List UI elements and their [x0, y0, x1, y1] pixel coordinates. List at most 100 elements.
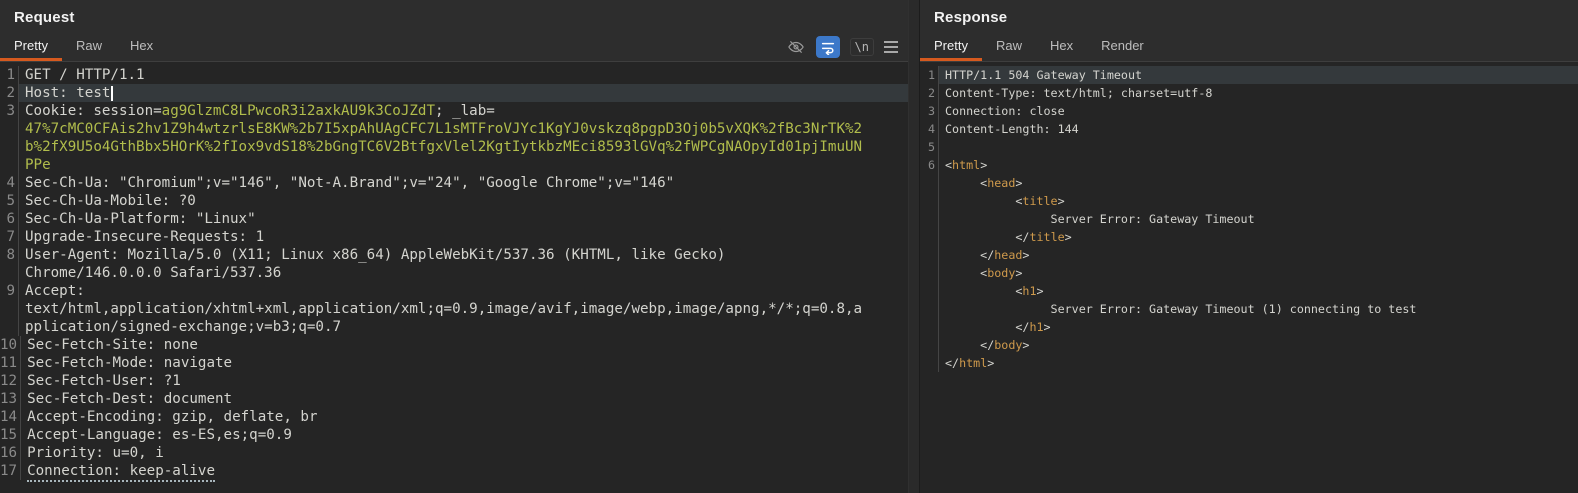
- code-line[interactable]: 11Sec-Fetch-Mode: navigate: [0, 354, 908, 372]
- line-number: 2: [0, 84, 19, 102]
- code-text: GET / HTTP/1.1: [19, 66, 908, 84]
- code-line[interactable]: 16Priority: u=0, i: [0, 444, 908, 462]
- panel-divider[interactable]: [908, 0, 920, 493]
- response-editor[interactable]: 1HTTP/1.1 504 Gateway Timeout2Content-Ty…: [920, 62, 1578, 493]
- request-tab-raw[interactable]: Raw: [62, 32, 116, 61]
- code-line[interactable]: </html>: [920, 354, 1578, 372]
- line-number: 11: [0, 354, 21, 372]
- code-line[interactable]: 6<html>: [920, 156, 1578, 174]
- line-number: [0, 120, 19, 138]
- response-tab-raw[interactable]: Raw: [982, 32, 1036, 61]
- code-line[interactable]: 3Connection: close: [920, 102, 1578, 120]
- code-line[interactable]: 2Content-Type: text/html; charset=utf-8: [920, 84, 1578, 102]
- code-text: </html>: [939, 354, 1578, 372]
- code-text: Server Error: Gateway Timeout (1) connec…: [939, 300, 1578, 318]
- code-line[interactable]: <head>: [920, 174, 1578, 192]
- code-text: PPe: [19, 156, 908, 174]
- code-line[interactable]: </body>: [920, 336, 1578, 354]
- response-header: Response Pretty Raw Hex Render: [920, 0, 1578, 62]
- code-line[interactable]: 7Upgrade-Insecure-Requests: 1: [0, 228, 908, 246]
- code-line[interactable]: 9Accept:: [0, 282, 908, 300]
- show-newlines-icon[interactable]: \n: [850, 38, 874, 56]
- line-number: 16: [0, 444, 21, 462]
- request-panel: Request Pretty Raw Hex: [0, 0, 908, 493]
- code-text: Server Error: Gateway Timeout: [939, 210, 1578, 228]
- code-line[interactable]: PPe: [0, 156, 908, 174]
- line-number: [920, 228, 939, 246]
- code-line[interactable]: 5Sec-Ch-Ua-Mobile: ?0: [0, 192, 908, 210]
- line-number: 6: [0, 210, 19, 228]
- line-number: [920, 318, 939, 336]
- code-line[interactable]: 1GET / HTTP/1.1: [0, 66, 908, 84]
- code-line[interactable]: <h1>: [920, 282, 1578, 300]
- code-text: [939, 138, 1578, 156]
- line-number: [920, 300, 939, 318]
- code-text: <h1>: [939, 282, 1578, 300]
- code-text: </title>: [939, 228, 1578, 246]
- request-editor[interactable]: 1GET / HTTP/1.12Host: test3Cookie: sessi…: [0, 62, 908, 493]
- code-line[interactable]: Server Error: Gateway Timeout (1) connec…: [920, 300, 1578, 318]
- line-number: 6: [920, 156, 939, 174]
- request-tab-hex[interactable]: Hex: [116, 32, 167, 61]
- request-tab-pretty[interactable]: Pretty: [0, 32, 62, 61]
- code-line[interactable]: b%2fX9U5o4GthBbx5HOrK%2fIox9vdS18%2bGngT…: [0, 138, 908, 156]
- code-line[interactable]: 1HTTP/1.1 504 Gateway Timeout: [920, 66, 1578, 84]
- request-tab-bar: Pretty Raw Hex: [0, 32, 908, 62]
- code-text: Accept-Encoding: gzip, deflate, br: [21, 408, 908, 426]
- word-wrap-toggle-icon[interactable]: [816, 36, 840, 58]
- code-text: Sec-Ch-Ua: "Chromium";v="146", "Not-A.Br…: [19, 174, 908, 192]
- code-line[interactable]: <title>: [920, 192, 1578, 210]
- code-line[interactable]: </title>: [920, 228, 1578, 246]
- line-number: [0, 264, 19, 282]
- code-line[interactable]: 3Cookie: session=ag9GlzmC8LPwcoR3i2axkAU…: [0, 102, 908, 120]
- response-tab-bar: Pretty Raw Hex Render: [920, 32, 1578, 62]
- code-line[interactable]: 10Sec-Fetch-Site: none: [0, 336, 908, 354]
- editor-menu-icon[interactable]: [884, 36, 898, 58]
- code-text: text/html,application/xhtml+xml,applicat…: [19, 300, 908, 318]
- code-line[interactable]: 5: [920, 138, 1578, 156]
- code-line[interactable]: 15Accept-Language: es-ES,es;q=0.9: [0, 426, 908, 444]
- code-line[interactable]: Server Error: Gateway Timeout: [920, 210, 1578, 228]
- response-tab-hex[interactable]: Hex: [1036, 32, 1087, 61]
- code-line[interactable]: 4Sec-Ch-Ua: "Chromium";v="146", "Not-A.B…: [0, 174, 908, 192]
- code-line[interactable]: 4Content-Length: 144: [920, 120, 1578, 138]
- code-line[interactable]: 6Sec-Ch-Ua-Platform: "Linux": [0, 210, 908, 228]
- code-line[interactable]: <body>: [920, 264, 1578, 282]
- code-line[interactable]: Chrome/146.0.0.0 Safari/537.36: [0, 264, 908, 282]
- code-text: 47%7cMC0CFAis2hv1Z9h4wtzrlsE8KW%2b7I5xpA…: [19, 120, 908, 138]
- code-line[interactable]: text/html,application/xhtml+xml,applicat…: [0, 300, 908, 318]
- response-tab-render[interactable]: Render: [1087, 32, 1158, 61]
- code-line[interactable]: 14Accept-Encoding: gzip, deflate, br: [0, 408, 908, 426]
- response-tab-pretty[interactable]: Pretty: [920, 32, 982, 61]
- code-line[interactable]: 17Connection: keep-alive: [0, 462, 908, 480]
- request-header: Request Pretty Raw Hex: [0, 0, 908, 62]
- code-text: Accept-Language: es-ES,es;q=0.9: [21, 426, 908, 444]
- line-number: 5: [920, 138, 939, 156]
- hide-nonprinting-eye-off-icon[interactable]: [786, 36, 806, 58]
- code-text: Host: test: [19, 84, 908, 102]
- code-line[interactable]: 13Sec-Fetch-Dest: document: [0, 390, 908, 408]
- code-line[interactable]: 2Host: test: [0, 84, 908, 102]
- code-text: Upgrade-Insecure-Requests: 1: [19, 228, 908, 246]
- code-text: Connection: keep-alive: [21, 462, 908, 480]
- line-number: [920, 282, 939, 300]
- code-line[interactable]: </head>: [920, 246, 1578, 264]
- code-text: Connection: close: [939, 102, 1578, 120]
- code-text: </h1>: [939, 318, 1578, 336]
- line-number: [0, 318, 19, 336]
- line-number: 10: [0, 336, 21, 354]
- line-number: 15: [0, 426, 21, 444]
- code-line[interactable]: 8User-Agent: Mozilla/5.0 (X11; Linux x86…: [0, 246, 908, 264]
- line-number: 4: [920, 120, 939, 138]
- code-text: HTTP/1.1 504 Gateway Timeout: [939, 66, 1578, 84]
- code-line[interactable]: </h1>: [920, 318, 1578, 336]
- line-number: 5: [0, 192, 19, 210]
- code-text: Sec-Ch-Ua-Platform: "Linux": [19, 210, 908, 228]
- line-number: [920, 354, 939, 372]
- code-line[interactable]: pplication/signed-exchange;v=b3;q=0.7: [0, 318, 908, 336]
- line-number: 3: [920, 102, 939, 120]
- line-number: 4: [0, 174, 19, 192]
- code-line[interactable]: 47%7cMC0CFAis2hv1Z9h4wtzrlsE8KW%2b7I5xpA…: [0, 120, 908, 138]
- code-line[interactable]: 12Sec-Fetch-User: ?1: [0, 372, 908, 390]
- code-text: </head>: [939, 246, 1578, 264]
